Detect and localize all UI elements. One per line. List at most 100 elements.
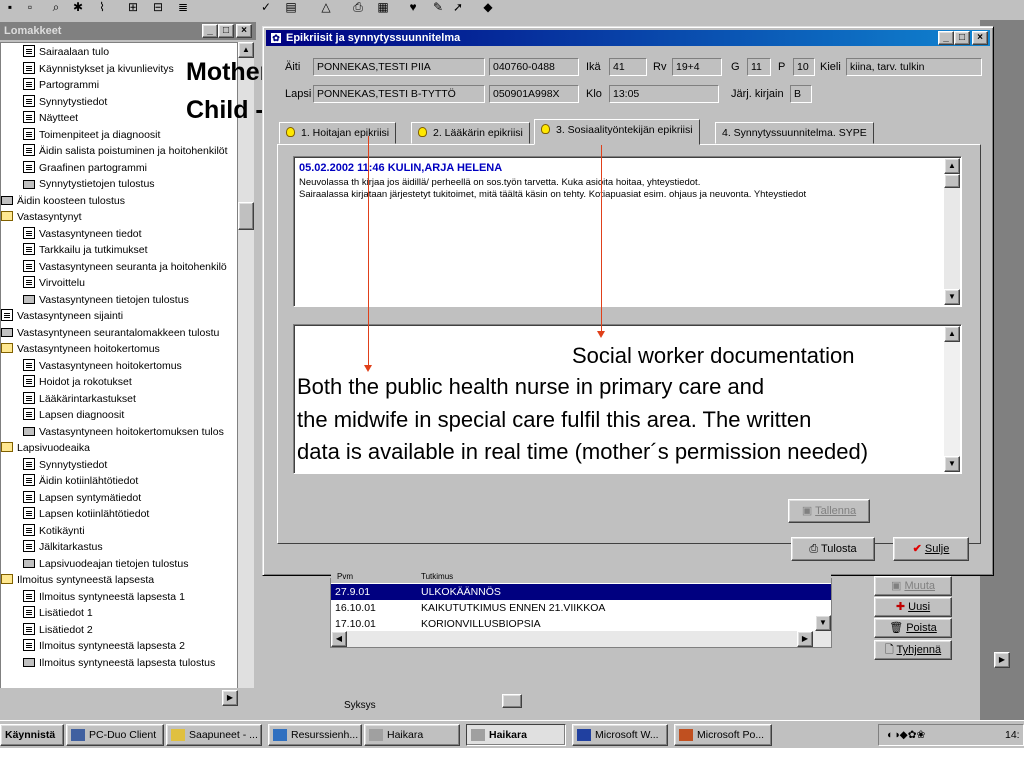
start-button[interactable]: Käynnistä <box>0 724 64 746</box>
scroll-right-icon[interactable]: ▶ <box>797 631 813 647</box>
scroll-up-icon[interactable]: ▲ <box>238 42 254 58</box>
search-icon[interactable]: ⌕ <box>48 0 64 14</box>
tree-item[interactable]: Ilmoitus syntyneestä lapsesta <box>1 572 154 588</box>
tree-item[interactable]: Äidin salista poistuminen ja hoitohenkil… <box>23 143 228 159</box>
calendar-icon[interactable]: ▦ <box>375 0 391 14</box>
warning-icon[interactable]: △ <box>318 0 334 14</box>
horizontal-scrollbar[interactable]: ◀ ▶ <box>331 631 831 647</box>
notes-scrollbar[interactable]: ▲ ▼ <box>944 158 960 305</box>
edit-button[interactable]: ▣ Muuta <box>874 576 952 596</box>
table-row[interactable]: 27.9.01 ULKOKÄÄNNÖS <box>331 584 831 600</box>
taskbar-item[interactable]: Haikara <box>364 724 460 746</box>
tree-item[interactable]: Lisätiedot 1 <box>23 605 93 621</box>
save-icon[interactable]: ▪ <box>2 0 18 14</box>
tree-item[interactable]: Vastasyntyneen seuranta ja hoitohenkilö <box>23 259 227 275</box>
close-button[interactable]: ✔ Sulje <box>893 537 969 561</box>
table-row[interactable]: 16.10.01 KAIKUTUTKIMUS ENNEN 21.VIIKKOA <box>331 600 831 616</box>
tree-item[interactable]: Äidin kotiinlähtötiedot <box>23 473 138 489</box>
tree-item[interactable]: Jälkitarkastus <box>23 539 103 555</box>
tree-item[interactable]: Vastasyntyneen hoitokertomus <box>23 358 182 374</box>
tab-social-worker-epicrisis[interactable]: 3. Sosiaalityöntekijän epikriisi <box>534 119 700 145</box>
horizontal-scrollbar[interactable]: ▶ <box>0 688 256 708</box>
tree-item[interactable]: Ilmoitus syntyneestä lapsesta 2 <box>23 638 185 654</box>
taskbar-item[interactable]: Microsoft Po... <box>674 724 772 746</box>
tree-item[interactable]: Lapsivuodeajan tietojen tulostus <box>23 556 188 572</box>
tree-item[interactable]: Vastasyntyneen sijainti <box>1 308 123 324</box>
delete-button[interactable]: 🗑 Poista <box>874 618 952 638</box>
tree-item[interactable]: Äidin koosteen tulostus <box>1 193 125 209</box>
tree-item[interactable]: Tarkkailu ja tutkimukset <box>23 242 148 258</box>
maximize-icon[interactable]: □ <box>218 24 234 38</box>
table-icon[interactable]: ⊟ <box>150 0 166 14</box>
heart-icon[interactable]: ♥ <box>405 0 421 14</box>
scroll-up-icon[interactable]: ▲ <box>944 326 960 342</box>
tree-item[interactable]: Ilmoitus syntyneestä lapsesta 1 <box>23 589 185 605</box>
tree-item[interactable]: Vastasyntynyt <box>1 209 82 225</box>
close-icon[interactable]: × <box>236 24 252 38</box>
tree-item[interactable]: Ilmoitus syntyneestä lapsesta tulostus <box>23 655 215 671</box>
minimize-icon[interactable]: _ <box>202 24 218 38</box>
scroll-down-icon[interactable]: ▼ <box>815 615 831 631</box>
chart-icon[interactable]: ⌇ <box>94 0 110 14</box>
list-icon[interactable]: ≣ <box>175 0 191 14</box>
tree-item[interactable]: Lapsen syntymätiedot <box>23 490 141 506</box>
tree-item[interactable]: Graafinen partogrammi <box>23 160 147 176</box>
close-icon[interactable]: × <box>972 31 988 45</box>
epicrisis-notes[interactable]: 05.02.2002 11:46 KULIN,ARJA HELENA Neuvo… <box>293 156 962 307</box>
tab-doctor-epicrisis[interactable]: 2. Lääkärin epikriisi <box>411 122 530 144</box>
maximize-icon[interactable]: □ <box>954 31 970 45</box>
taskbar-item[interactable]: PC-Duo Client <box>66 724 164 746</box>
tree-item[interactable]: Lisätiedot 2 <box>23 622 93 638</box>
tree-item[interactable]: Vastasyntyneen hoitokertomuksen tulos <box>23 424 224 440</box>
scroll-right-icon[interactable]: ▶ <box>222 690 238 706</box>
tree-item[interactable]: Virvoittelu <box>23 275 85 291</box>
epicrisis-text-area[interactable]: Social worker documentation Both the pub… <box>293 324 962 474</box>
scroll-left-icon[interactable]: ◀ <box>331 631 347 647</box>
tree-scrollbar[interactable]: ▲ ▼ <box>238 42 254 707</box>
print-button[interactable]: ⎙ Tulosta <box>791 537 875 561</box>
tree-item[interactable]: Sairaalaan tulo <box>23 44 109 60</box>
arrow-icon[interactable]: ➚ <box>450 0 466 14</box>
tree-item[interactable]: Vastasyntyneen hoitokertomus <box>1 341 160 357</box>
diamond-icon[interactable]: ◆ <box>480 0 496 14</box>
text-scrollbar[interactable]: ▲ ▼ <box>944 326 960 472</box>
tree-item[interactable]: Lapsivuodeaika <box>1 440 90 456</box>
tree-item[interactable]: Kotikäynti <box>23 523 85 539</box>
taskbar-item[interactable]: Microsoft W... <box>572 724 668 746</box>
tree-item[interactable]: Synnytystietojen tulostus <box>23 176 155 192</box>
tree-item[interactable]: Synnytystiedot <box>23 94 107 110</box>
grid-icon[interactable]: ⊞ <box>125 0 141 14</box>
table-row[interactable]: 17.10.01 KORIONVILLUSBIOPSIA <box>331 616 831 632</box>
tree-item[interactable]: Synnytystiedot <box>23 457 107 473</box>
printer-icon[interactable]: ⎙ <box>350 0 366 14</box>
minimize-icon[interactable]: _ <box>938 31 954 45</box>
tree-item[interactable]: Lapsen diagnoosit <box>23 407 124 423</box>
scroll-down-icon[interactable]: ▼ <box>944 289 960 305</box>
scroll-right-icon[interactable]: ▶ <box>994 652 1010 668</box>
tree-item[interactable]: Toimenpiteet ja diagnoosit <box>23 127 160 143</box>
tree-item[interactable]: Lapsen kotiinlähtötiedot <box>23 506 149 522</box>
tree-item[interactable]: Hoidot ja rokotukset <box>23 374 132 390</box>
save-button[interactable]: ▣ Tallenna <box>788 499 870 523</box>
tab-nurse-epicrisis[interactable]: 1. Hoitajan epikriisi <box>279 122 397 144</box>
tree-item[interactable]: Vastasyntyneen tiedot <box>23 226 142 242</box>
clear-button[interactable]: 🗋 Tyhjennä <box>874 640 952 660</box>
scroll-down-icon[interactable]: ▼ <box>944 456 960 472</box>
tab-birth-plan[interactable]: 4. Synnytyssuunnitelma. SYPE <box>715 122 874 144</box>
scroll-thumb[interactable] <box>238 202 254 230</box>
tree-item[interactable]: Vastasyntyneen tietojen tulostus <box>23 292 189 308</box>
scroll-up-icon[interactable]: ▲ <box>944 158 960 174</box>
window-icon[interactable]: ▫ <box>22 0 38 14</box>
tree-item[interactable]: Käynnistykset ja kivunlievitys <box>23 61 174 77</box>
taskbar-item[interactable]: Saapuneet - ... <box>166 724 262 746</box>
tools-icon[interactable]: ✱ <box>70 0 86 14</box>
scroll-thumb[interactable] <box>944 174 960 188</box>
tray-icons[interactable]: ◐◑◆✿❀ <box>887 725 925 745</box>
new-button[interactable]: ✚ Uusi <box>874 597 952 617</box>
pen-icon[interactable]: ✎ <box>430 0 446 14</box>
taskbar-item[interactable]: Haikara <box>466 724 566 746</box>
check-icon[interactable]: ✓ <box>258 0 274 14</box>
tree-item[interactable]: Vastasyntyneen seurantalomakkeen tulostu <box>1 325 219 341</box>
tree-item[interactable]: Näytteet <box>23 110 78 126</box>
tree-item[interactable]: Lääkärintarkastukset <box>23 391 136 407</box>
